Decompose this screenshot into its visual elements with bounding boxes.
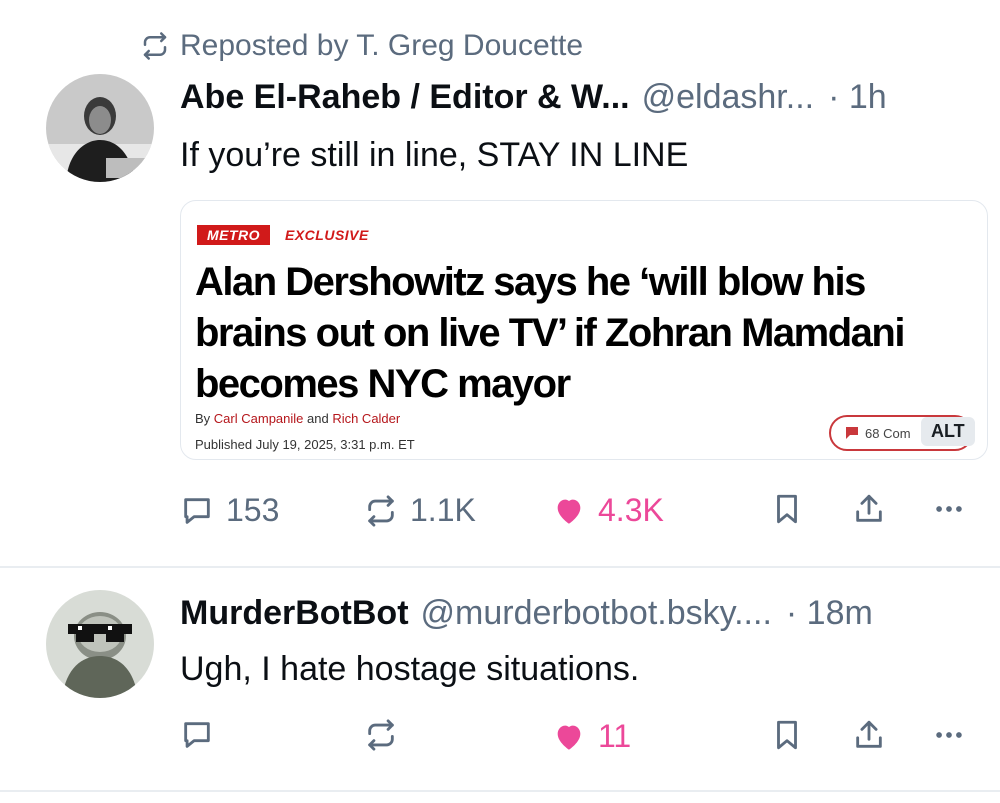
article-date: Published July 19, 2025, 3:31 p.m. ET: [195, 437, 415, 452]
bookmark-icon: [777, 720, 797, 750]
exclusive-label: EXCLUSIVE: [285, 227, 369, 243]
image-embed[interactable]: METRO EXCLUSIVE Alan Dershowitz says he …: [180, 200, 988, 460]
heart-icon: [557, 725, 581, 750]
avatar-image: [46, 74, 154, 182]
alt-badge[interactable]: ALT: [921, 417, 975, 446]
post-divider: [0, 566, 1000, 568]
share-button[interactable]: [852, 492, 886, 526]
reply-button[interactable]: 153: [180, 492, 279, 529]
post-time[interactable]: · 18m: [786, 594, 873, 633]
reply-icon: [184, 497, 210, 524]
article-byline: By Carl Campanile and Rich Calder: [195, 411, 401, 426]
bookmark-button[interactable]: [770, 492, 804, 526]
repost-icon: [368, 494, 394, 527]
avatar[interactable]: [46, 590, 154, 698]
article-headline: Alan Dershowitz says he ‘will blow his b…: [195, 260, 905, 406]
reply-count: 153: [226, 492, 280, 528]
like-button[interactable]: 11: [552, 718, 631, 755]
repost-indicator[interactable]: Reposted by T. Greg Doucette: [140, 26, 583, 66]
author-handle[interactable]: @murderbotbot.bsky....: [421, 594, 772, 633]
repost-button[interactable]: [364, 718, 398, 752]
repost-icon: [143, 32, 167, 60]
more-icon: [936, 506, 962, 512]
like-count: 11: [598, 718, 632, 754]
author-handle[interactable]: @eldashr...: [642, 78, 815, 117]
repost-label: Reposted by T. Greg Doucette: [180, 29, 584, 62]
repost-button[interactable]: 1.1K: [364, 492, 476, 529]
more-button[interactable]: [932, 492, 966, 526]
author-link: Carl Campanile: [213, 411, 304, 426]
metro-tag: METRO: [197, 225, 271, 245]
repost-icon: [368, 719, 394, 751]
heart-icon: [557, 499, 581, 524]
bookmark-button[interactable]: [770, 718, 804, 752]
like-button[interactable]: 4.3K: [552, 492, 664, 529]
reply-button[interactable]: [180, 718, 214, 752]
comment-flag-icon: [846, 427, 858, 439]
more-button[interactable]: [932, 718, 966, 752]
post-time[interactable]: · 1h: [828, 78, 887, 117]
share-icon: [856, 494, 882, 522]
author-link: Rich Calder: [332, 411, 401, 426]
bookmark-icon: [777, 494, 797, 524]
like-count: 4.3K: [598, 492, 664, 528]
post-text: If you’re still in line, STAY IN LINE: [180, 136, 689, 174]
share-icon: [856, 720, 882, 748]
more-icon: [936, 732, 962, 738]
post-divider: [0, 790, 1000, 792]
author-name[interactable]: Abe El-Raheb / Editor & W...: [180, 78, 630, 117]
share-button[interactable]: [852, 718, 886, 752]
avatar-image: [46, 590, 154, 698]
reply-icon: [184, 722, 210, 748]
repost-count: 1.1K: [410, 492, 476, 528]
author-name[interactable]: MurderBotBot: [180, 594, 409, 633]
avatar[interactable]: [46, 74, 154, 182]
post-text: Ugh, I hate hostage situations.: [180, 650, 640, 688]
